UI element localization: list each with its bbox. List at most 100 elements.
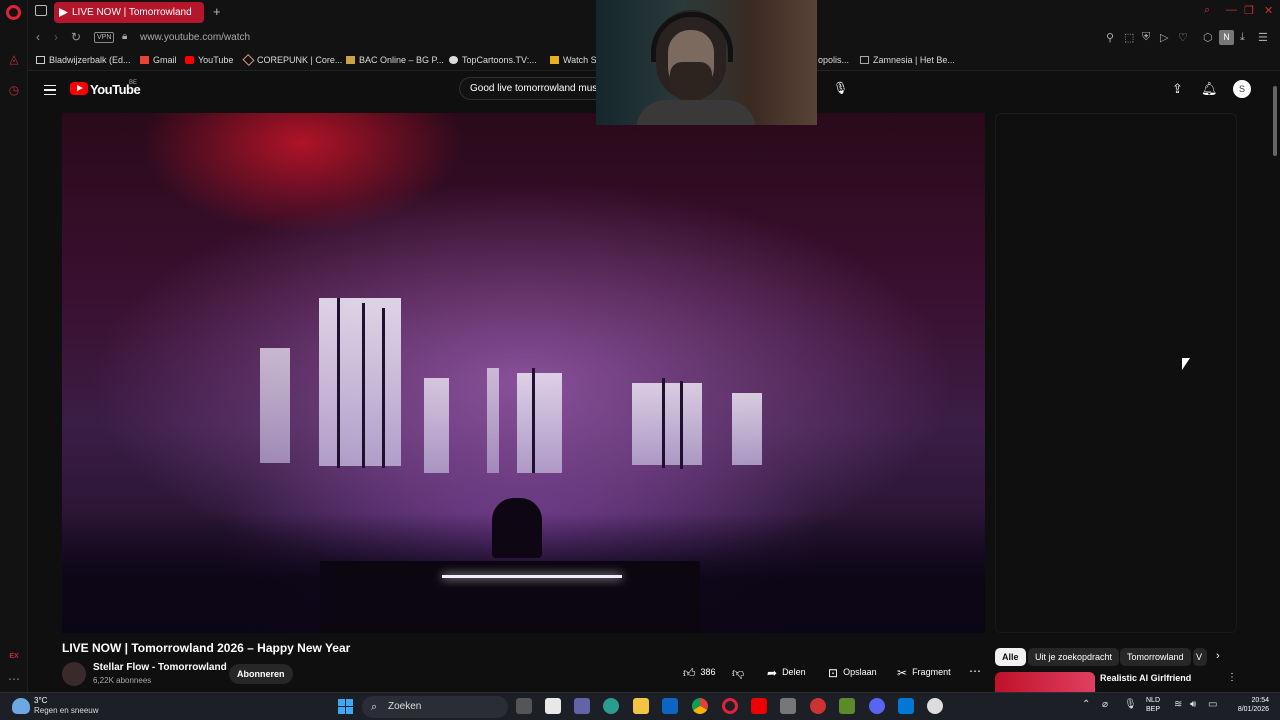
discord-icon[interactable] [869, 698, 885, 714]
youtube-live-icon [59, 8, 68, 17]
clip-button[interactable]: ✂ Fragment [897, 666, 951, 680]
channel-avatar[interactable] [62, 662, 86, 686]
app-icon[interactable] [898, 698, 914, 714]
shield-icon[interactable]: ⛨ [1142, 31, 1150, 44]
streamer-beard [670, 62, 712, 102]
outlook-icon[interactable] [662, 698, 678, 714]
menu-icon[interactable] [44, 85, 56, 95]
lock-icon[interactable]: 🔒︎ [122, 31, 127, 42]
search-tabs-icon[interactable]: ⌕ [1204, 4, 1210, 17]
opera-taskbar-icon[interactable] [722, 698, 738, 714]
youtube-logo-icon[interactable] [70, 82, 88, 95]
channel-name[interactable]: Stellar Flow - Tomorrowland [93, 662, 227, 673]
sidebar-more-icon[interactable]: ⋯ [7, 672, 21, 686]
bookmark-item[interactable]: TopCartoons.TV:... [449, 55, 537, 65]
tray-overflow-icon[interactable]: ⌃ [1082, 699, 1090, 710]
start-button[interactable] [338, 699, 353, 714]
recommendation-thumbnail[interactable] [995, 672, 1095, 692]
bookmark-item[interactable]: opolis... [818, 55, 849, 65]
share-icon: ➦ [767, 666, 778, 680]
chip-partial[interactable]: V [1193, 648, 1207, 666]
bookmark-page-icon[interactable]: ⚲ [1106, 31, 1114, 44]
download-icon[interactable]: ⤓ [1240, 31, 1245, 44]
volume-icon[interactable]: 🔊︎ [1190, 699, 1196, 710]
youtube-taskbar-icon[interactable] [751, 698, 767, 714]
app-icon[interactable] [839, 698, 855, 714]
recommendation-menu-icon[interactable]: ⋮ [1227, 672, 1237, 683]
save-button[interactable]: ⊡ Opslaan [828, 666, 877, 680]
reload-icon[interactable]: ↻ [71, 30, 81, 44]
forward-icon[interactable]: › [54, 30, 58, 44]
extensions-icon[interactable]: ⬡ [1203, 31, 1213, 44]
page-scrollbar[interactable] [1268, 71, 1280, 692]
microphone-icon[interactable]: 🎙︎ [833, 81, 848, 95]
subscriber-count: 6,22K abonnees [93, 676, 152, 685]
url-field[interactable]: www.youtube.com/watch [140, 32, 250, 43]
bookmark-item[interactable]: Watch S [550, 55, 597, 65]
temperature[interactable]: 3°C [34, 696, 47, 705]
sidebar-extra-label[interactable]: EX [7, 650, 21, 664]
dj-silhouette [492, 498, 542, 558]
scrollbar-thumb[interactable] [1273, 86, 1277, 156]
store-icon[interactable] [545, 698, 561, 714]
language-indicator[interactable]: NLD BEP [1146, 696, 1160, 714]
chrome-icon[interactable] [692, 698, 708, 714]
easy-setup-icon[interactable]: ☰ [1258, 31, 1268, 44]
stage-screen [260, 348, 290, 463]
tab-islands-icon[interactable] [35, 5, 47, 16]
history-icon[interactable]: ◷ [7, 83, 21, 97]
weather-description[interactable]: Regen en sneeuw [34, 706, 99, 715]
microphone-tray-icon[interactable]: 🎙︎ [1124, 699, 1137, 710]
minimize-icon[interactable]: — [1226, 4, 1237, 16]
weather-icon[interactable] [12, 698, 30, 714]
bookmark-item[interactable]: Gmail [140, 55, 177, 65]
teams-icon[interactable] [574, 698, 590, 714]
stage-screen [517, 373, 562, 473]
player-icon[interactable]: ▷ [1160, 31, 1168, 44]
bookmark-item[interactable]: Zamnesia | Het Be... [860, 55, 955, 65]
taskbar-search[interactable]: ⌕ Zoeken [362, 696, 508, 718]
bookmark-item[interactable]: BAC Online – BG P... [346, 55, 444, 65]
chip-from-search[interactable]: Uit je zoekopdracht [1028, 648, 1120, 666]
messenger-icon[interactable]: ◬ [7, 52, 21, 66]
chip-tomorrowland[interactable]: Tomorrowland [1120, 648, 1191, 666]
snapshot-icon[interactable]: ⬚ [1124, 31, 1134, 44]
clock[interactable]: 20:54 8/01/2026 [1227, 696, 1269, 714]
recommendation-title[interactable]: Realistic AI Girlfriend [1100, 673, 1191, 683]
close-icon[interactable]: ✕ [1264, 4, 1273, 17]
subscribe-button[interactable]: Abonneren [229, 664, 293, 684]
favorites-icon[interactable]: ♡ [1178, 31, 1188, 44]
create-icon[interactable]: ⇪ [1172, 81, 1183, 97]
back-icon[interactable]: ‹ [36, 30, 40, 44]
chevron-right-icon[interactable]: › [1216, 650, 1220, 662]
app-icon[interactable] [927, 698, 943, 714]
tab-active[interactable]: LIVE NOW | Tomorrowland [54, 2, 204, 23]
battery-icon[interactable]: ▭ [1208, 699, 1217, 710]
mouse-cursor [1182, 358, 1190, 370]
dislike-button[interactable]: 👎︎ [732, 666, 749, 681]
task-view-icon[interactable] [516, 698, 532, 714]
profile-avatar[interactable]: N [1219, 30, 1234, 45]
notifications-bell-icon[interactable]: 🔔︎ [1201, 81, 1218, 97]
country-code: BE [129, 80, 138, 86]
account-avatar[interactable]: S [1233, 80, 1251, 98]
maximize-icon[interactable]: ❐ [1244, 4, 1254, 17]
share-button[interactable]: ➦ Delen [767, 666, 806, 680]
file-explorer-icon[interactable] [633, 698, 649, 714]
new-tab-button[interactable]: + [213, 4, 221, 19]
like-button[interactable]: 👍︎ 386 [683, 666, 716, 681]
bookmark-item[interactable]: Bladwijzerbalk (Ed... [36, 55, 131, 65]
tray-app-icon[interactable]: ⌀ [1102, 699, 1108, 710]
opera-logo-icon[interactable] [6, 5, 21, 20]
bookmark-item[interactable]: COREPUNK | Core... [242, 53, 342, 67]
more-actions-icon[interactable]: ⋯ [969, 664, 981, 678]
bookmark-item[interactable]: YouTube [185, 55, 233, 65]
video-player[interactable] [62, 113, 985, 633]
watch-icon [550, 56, 559, 64]
vpn-badge[interactable]: VPN [94, 32, 115, 43]
chip-all[interactable]: Alle [995, 648, 1026, 666]
calculator-icon[interactable] [780, 698, 796, 714]
app-icon[interactable] [810, 698, 826, 714]
wifi-icon[interactable]: ≋ [1174, 699, 1182, 710]
edge-icon[interactable] [603, 698, 619, 714]
